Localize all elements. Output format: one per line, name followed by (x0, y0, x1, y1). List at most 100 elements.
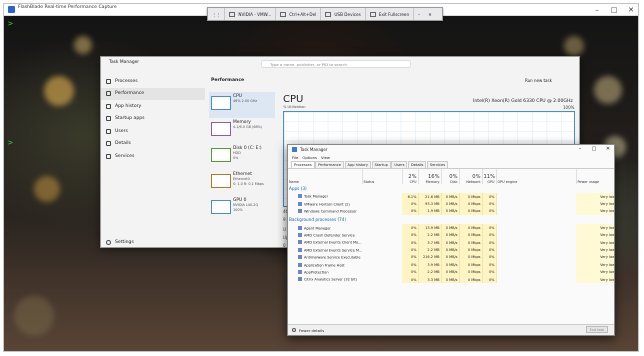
task-manager-title: Task Manager (109, 59, 140, 65)
classic-title-bar: Task Manager (288, 145, 614, 154)
process-icon (298, 277, 302, 282)
sidebar-item-app-history[interactable]: App history (101, 100, 205, 113)
device-card-ethernet[interactable]: Ethernet Ethernet0 S: 1.0 R: 0.1 Mbps (209, 170, 275, 196)
tab-users[interactable]: Users (391, 161, 408, 168)
table-row[interactable]: Application Frame Host 0% 3.9 MB 0 MB/s 0 Mb… (288, 261, 614, 269)
table-row[interactable]: Windows Command Processor 0% 1.9 MB 0 MB/s 0… (288, 207, 614, 216)
memory-cell: 2.2 MB (418, 268, 442, 276)
column-header-cpu[interactable]: 2% CPU (402, 169, 419, 184)
sidebar-item-details[interactable]: Details (101, 138, 205, 151)
table-row[interactable]: AMD External Events Client Mo... 0% 3.7 MB… (288, 238, 614, 247)
network-cell: 0 Mbps (459, 193, 483, 201)
group-title: Apps (3) (289, 186, 307, 191)
disk-cell: 0 MB/s (441, 253, 460, 262)
fullscreen-exit-icon (369, 11, 376, 17)
minimize-button[interactable]: – (574, 145, 586, 154)
gear-icon (106, 240, 111, 245)
toolbar-minimize[interactable]: – (414, 8, 424, 20)
table-row[interactable]: AppProtection 0% 2.2 MB 0 MB/s 0 Mbps 0% Very … (288, 268, 614, 276)
tab-details[interactable]: Details (407, 161, 427, 168)
gpu-cell: 0% (482, 193, 497, 201)
maximize-button[interactable]: □ (588, 145, 600, 154)
table-row[interactable]: VMware Horizon Client (2) 0% 93.3 MB 0 MB/s… (288, 200, 614, 208)
process-name: Task Manager (288, 193, 362, 200)
column-header-power-usage[interactable]: Power usage (576, 169, 614, 184)
memory-cell: 3.9 MB (418, 261, 442, 269)
process-name: AMD External Events Service M... (288, 246, 362, 253)
menu-bar: File Options View (288, 154, 614, 161)
process-icon (298, 201, 302, 206)
process-icon (298, 247, 302, 252)
app-logo-icon (8, 6, 15, 13)
settings-button[interactable]: Settings (106, 240, 134, 245)
toolbar-vm-name[interactable]: NVIDIA - VMW... (225, 8, 277, 20)
table-row[interactable]: Citrix Analytics Server (32 bit) 0% 3.3 MB… (288, 275, 614, 284)
gpu-engine-cell (496, 276, 576, 283)
device-card-memory[interactable]: Memory 4.1/6.0 GB (68%) (209, 118, 275, 144)
menu-file[interactable]: File (292, 155, 298, 160)
terminal-prompt: > (8, 19, 13, 28)
stat-value: 0 (283, 243, 286, 248)
table-row[interactable]: AMD External Events Service M... 0% 2.2 MB… (288, 246, 614, 254)
device-card-disk[interactable]: Disk 0 (C: E:) HDD 0% (209, 144, 275, 170)
process-name-text: VMware Horizon Client (2) (304, 202, 350, 207)
column-header-gpu[interactable]: 11% GPU (482, 169, 497, 184)
disk-cell: 0 MB/s (441, 207, 460, 216)
process-icon (298, 255, 302, 260)
menu-options[interactable]: Options (302, 155, 317, 160)
disk-cell: 0 MB/s (441, 193, 460, 201)
tab-services[interactable]: Services (426, 161, 449, 168)
column-header-gpu-engine[interactable]: GPU engine (496, 169, 577, 184)
tab-performance[interactable]: Performance (315, 161, 344, 168)
device-card-gpu[interactable]: GPU 0 NVIDIA L40-2Q 100% (209, 196, 275, 222)
process-name: VMware Horizon Client (2) (288, 200, 362, 207)
column-header-status[interactable]: Status (362, 169, 403, 184)
sidebar-item-startup-apps[interactable]: Startup apps (101, 113, 205, 126)
run-new-task-button[interactable]: Run new task (525, 78, 552, 83)
process-name-text: AppProtection (304, 270, 329, 275)
device-card-cpu[interactable]: CPU 46% 2.00 GHz (209, 92, 275, 118)
column-header-name[interactable]: Name (288, 169, 363, 184)
column-header-memory[interactable]: 16% Memory (418, 169, 442, 184)
toolbar-exit-fullscreen[interactable]: Exit Fullscreen (366, 8, 415, 20)
minimize-button[interactable]: – (588, 4, 606, 16)
toolbar-ctrl-alt-del[interactable]: Ctrl+Alt+Del (276, 8, 322, 20)
column-header-disk[interactable]: 0% Disk (441, 169, 460, 184)
table-row[interactable]: AMD Crash Defender Service 0% 2.2 MB 0 MB/s… (288, 231, 614, 239)
table-row[interactable]: Task Manager 6.1% 21.6 MB 0 MB/s 0 Mbps 0% Ver… (288, 193, 614, 201)
tab-startup[interactable]: Startup (371, 161, 391, 168)
table-row[interactable]: Agent Manager 0% 13.9 MB 0 MB/s 0 Mbps 0% Very… (288, 224, 614, 232)
toolbar-pin[interactable]: ⋮⋮ (208, 8, 226, 20)
gpu-engine-cell (496, 269, 576, 276)
column-header-network[interactable]: 0% Network (459, 169, 483, 184)
sidebar-nav: Processes Performance App history Startu… (101, 75, 205, 249)
tab-processes[interactable]: Processes (291, 161, 315, 168)
maximize-button[interactable]: □ (605, 4, 623, 16)
fewer-details-link[interactable]: Fewer details (299, 328, 324, 333)
sidebar-item-users[interactable]: Users (101, 125, 205, 138)
close-button[interactable]: ✕ (602, 145, 614, 154)
group-header[interactable]: Background processes (74) (288, 215, 614, 224)
cpu-cell: 6.1% (402, 193, 419, 201)
cpu-max-label: 100% (563, 105, 575, 110)
toolbar-usb-devices[interactable]: USB Devices (321, 8, 366, 20)
sidebar-item-processes[interactable]: Processes (101, 75, 205, 88)
search-input[interactable]: Type a name, publisher, or PID to search (261, 60, 411, 68)
cpu-thumbnail-graph (211, 96, 231, 110)
menu-view[interactable]: View (321, 155, 330, 160)
gpu-engine-cell (496, 193, 576, 200)
sidebar-item-services[interactable]: Services (101, 150, 205, 163)
cpu-cell: 0% (402, 246, 419, 254)
tab-app-history[interactable]: App history (344, 161, 372, 168)
close-button[interactable]: ✕ (622, 4, 638, 16)
gpu-engine-cell (496, 246, 576, 253)
toolbar-close[interactable]: ✕ (424, 8, 436, 20)
group-header[interactable]: Apps (3) (288, 184, 614, 193)
process-icon (298, 270, 302, 274)
usb-icon (325, 11, 332, 17)
process-name: AMD External Events Client Mo... (288, 239, 362, 246)
network-cell: 0 Mbps (459, 275, 483, 284)
table-row[interactable]: Antimalware Service Executable 0% 216.2 MB… (288, 253, 614, 262)
end-task-button[interactable]: End task (586, 326, 608, 333)
sidebar-item-performance[interactable]: Performance (101, 87, 205, 100)
